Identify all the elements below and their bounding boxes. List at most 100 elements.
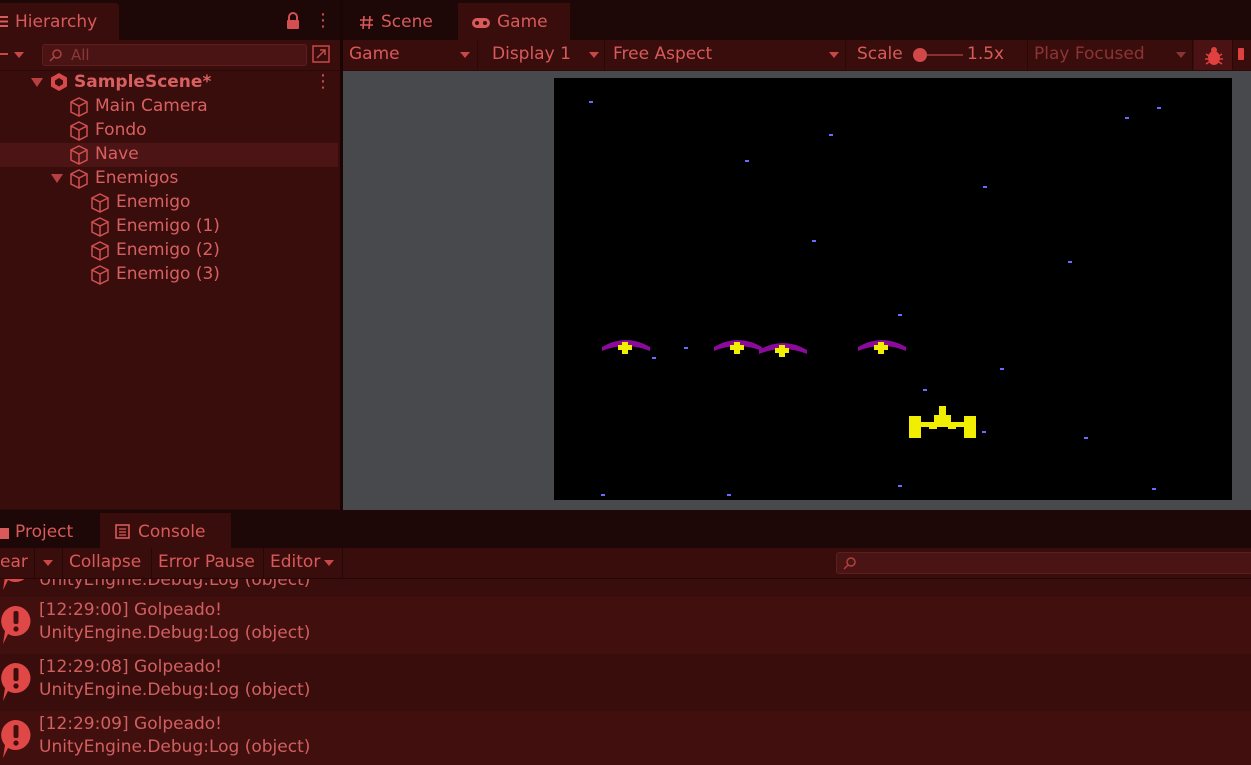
tree-item-enemigos[interactable]: Enemigos	[0, 167, 338, 191]
chevron-down-icon	[324, 560, 334, 566]
tree-item-label: Nave	[95, 144, 139, 164]
folder-icon	[0, 528, 9, 539]
tab-scene[interactable]: Scene	[345, 3, 455, 40]
log-trace: UnityEngine.Debug:Log (object)	[39, 579, 311, 590]
scene-row[interactable]: SampleScene* ⋮	[0, 71, 338, 95]
hierarchy-panel: SampleScene* ⋮ Main Camera Fondo Nave En…	[0, 71, 342, 509]
warning-bubble-icon	[1, 606, 31, 644]
add-dropdown-icon[interactable]	[0, 50, 26, 60]
scale-label: Scale	[857, 44, 903, 64]
bottom-tab-bar: Project Console	[0, 510, 1251, 548]
gamepad-icon	[472, 18, 490, 28]
tree-item-label: Enemigo (2)	[116, 240, 220, 260]
tree-item-label: Enemigo	[116, 192, 191, 212]
view-tab-bar: Scene Game	[343, 0, 1251, 40]
error-pause-toggle[interactable]: Error Pause	[152, 548, 264, 578]
gameobject-cube-icon	[91, 241, 109, 261]
expand-arrow-icon[interactable]	[51, 174, 63, 184]
gameobject-cube-icon	[91, 193, 109, 213]
tree-item-label: Enemigos	[95, 168, 179, 188]
tab-console-label: Console	[138, 522, 206, 542]
log-trace: UnityEngine.Debug:Log (object)	[39, 623, 311, 643]
chevron-down-icon	[589, 52, 599, 58]
tab-project[interactable]: Project	[0, 513, 97, 548]
display-select[interactable]: Display 1	[484, 40, 605, 70]
play-mode-select-value: Play Focused	[1034, 44, 1145, 64]
expand-arrow-icon[interactable]	[31, 78, 43, 88]
chevron-down-icon	[1176, 52, 1186, 58]
play-mode-select[interactable]: Play Focused	[1028, 40, 1193, 70]
log-message: [12:29:00] Golpeado!	[39, 600, 222, 620]
log-entry[interactable]: UnityEngine.Debug:Log (object)	[0, 579, 1251, 597]
collapse-toggle[interactable]: Collapse	[63, 548, 152, 578]
editor-label: Editor	[270, 552, 321, 572]
warning-bubble-icon	[1, 720, 31, 758]
search-icon	[49, 49, 62, 62]
clear-button[interactable]: ear	[0, 548, 35, 578]
console-search-input[interactable]	[836, 552, 1251, 574]
log-entry[interactable]: [12:29:00] Golpeado! UnityEngine.Debug:L…	[0, 597, 1251, 654]
unity-scene-icon	[51, 73, 67, 91]
tree-item-enemigo-3[interactable]: Enemigo (3)	[0, 263, 338, 287]
game-toolbar: Game Display 1 Free Aspect Scale 1.5x Pl…	[343, 40, 1251, 70]
more-options-icon[interactable]: ⋮	[314, 10, 332, 31]
gameobject-cube-icon	[70, 145, 88, 165]
console-log-list[interactable]: UnityEngine.Debug:Log (object) [12:29:00…	[0, 579, 1251, 765]
open-window-icon[interactable]	[311, 44, 331, 64]
tree-item-enemigo[interactable]: Enemigo	[0, 191, 338, 215]
clear-button-label: ear	[0, 552, 28, 572]
tree-item-label: Enemigo (1)	[116, 216, 220, 236]
console-icon	[115, 524, 130, 539]
log-message: [12:29:08] Golpeado!	[39, 657, 222, 677]
aspect-select[interactable]: Free Aspect	[607, 40, 846, 70]
log-trace: UnityEngine.Debug:Log (object)	[39, 737, 311, 757]
tab-hierarchy-label: Hierarchy	[15, 12, 98, 32]
debug-toggle[interactable]	[1194, 40, 1233, 70]
scale-slider[interactable]: Scale 1.5x	[849, 40, 1028, 70]
tree-item-nave[interactable]: Nave	[0, 143, 338, 167]
game-canvas[interactable]	[554, 78, 1232, 500]
hierarchy-search-input[interactable]: All	[42, 44, 307, 66]
tab-game[interactable]: Game	[458, 3, 570, 40]
tab-game-label: Game	[497, 12, 548, 32]
scene-more-icon[interactable]: ⋮	[314, 71, 332, 92]
tree-item-fondo[interactable]: Fondo	[0, 119, 338, 143]
tab-hierarchy[interactable]: Hierarchy	[0, 3, 119, 40]
tree-item-label: Enemigo (3)	[116, 264, 220, 284]
tree-item-label: Main Camera	[95, 96, 208, 116]
gameobject-cube-icon	[70, 121, 88, 141]
slider-thumb[interactable]	[913, 48, 927, 62]
tree-item-enemigo-2[interactable]: Enemigo (2)	[0, 239, 338, 263]
overflow-button[interactable]	[1234, 40, 1251, 70]
search-icon	[843, 557, 856, 570]
scale-value: 1.5x	[967, 44, 1005, 64]
tab-project-label: Project	[15, 522, 74, 542]
view-select[interactable]: Game	[343, 40, 478, 70]
chevron-down-icon	[829, 52, 839, 58]
hash-icon	[360, 15, 373, 30]
tab-console[interactable]: Console	[100, 513, 231, 548]
log-entry[interactable]: [12:29:09] Golpeado! UnityEngine.Debug:L…	[0, 711, 1251, 765]
collapse-label: Collapse	[69, 552, 142, 572]
tree-item-enemigo-1[interactable]: Enemigo (1)	[0, 215, 338, 239]
gameobject-cube-icon	[70, 169, 88, 189]
error-pause-label: Error Pause	[158, 552, 255, 572]
slider-track[interactable]	[921, 54, 963, 56]
gameobject-cube-icon	[91, 265, 109, 285]
log-entry[interactable]: [12:29:08] Golpeado! UnityEngine.Debug:L…	[0, 654, 1251, 711]
chevron-down-icon	[460, 52, 470, 58]
display-select-value: Display 1	[492, 44, 571, 64]
clear-options-dropdown[interactable]	[35, 548, 63, 578]
warning-bubble-icon	[1, 663, 31, 701]
stats-icon	[1238, 48, 1244, 60]
tree-item-label: Fondo	[95, 120, 147, 140]
log-trace: UnityEngine.Debug:Log (object)	[39, 680, 311, 700]
gameobject-cube-icon	[70, 97, 88, 117]
lock-icon[interactable]	[286, 12, 300, 30]
tree-item-main-camera[interactable]: Main Camera	[0, 95, 338, 119]
chevron-down-icon	[43, 560, 53, 566]
aspect-select-value: Free Aspect	[613, 44, 713, 64]
search-placeholder: All	[71, 46, 90, 64]
warning-bubble-icon	[3, 579, 25, 590]
editor-dropdown[interactable]: Editor	[264, 548, 343, 578]
